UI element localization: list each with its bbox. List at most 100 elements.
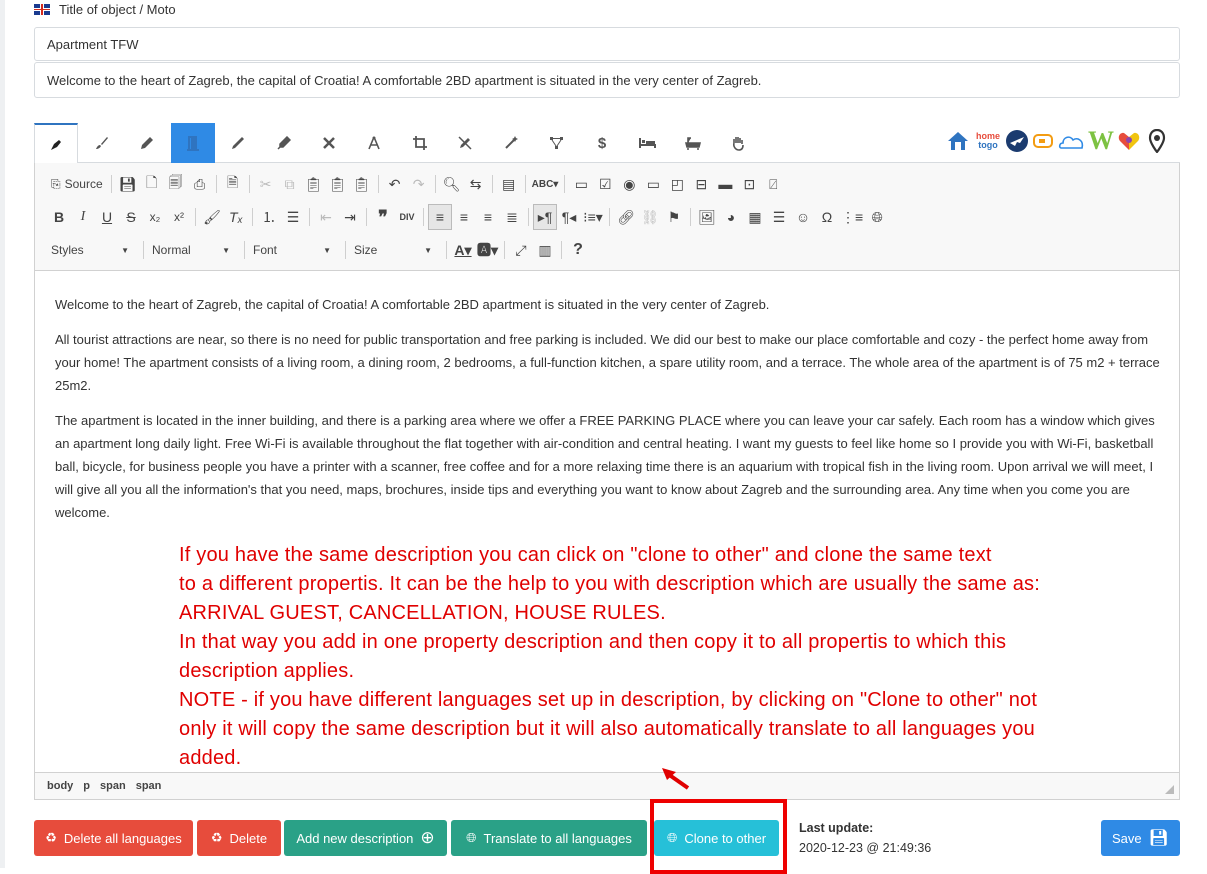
bold-button[interactable]: B bbox=[47, 204, 71, 230]
tab-compass[interactable] bbox=[352, 123, 396, 163]
summary-input[interactable]: Welcome to the heart of Zagreb, the capi… bbox=[34, 62, 1180, 98]
link-button[interactable]: 🔗︎ bbox=[614, 204, 638, 230]
copy-format-button[interactable]: 🖌︎ bbox=[200, 204, 224, 230]
tab-pen-nib[interactable] bbox=[34, 123, 78, 164]
tab-crop[interactable] bbox=[398, 123, 442, 163]
div-button[interactable]: DIV bbox=[395, 204, 419, 230]
save-button[interactable]: Save 💾︎ bbox=[1101, 820, 1180, 856]
tab-hand[interactable] bbox=[716, 123, 760, 163]
strike-button[interactable]: S bbox=[119, 204, 143, 230]
paste-text-button[interactable]: 📋︎ bbox=[326, 171, 350, 197]
templates-button[interactable]: 🗎 bbox=[221, 171, 245, 197]
delete-all-languages-button[interactable]: ♻ Delete all languages bbox=[34, 820, 193, 856]
remove-format-button[interactable]: Tₓ bbox=[224, 204, 248, 230]
path-item[interactable]: span bbox=[136, 780, 162, 792]
language-button[interactable]: ⁝≡▾ bbox=[581, 204, 605, 230]
textarea-button[interactable]: ◰ bbox=[665, 171, 689, 197]
underline-button[interactable]: U bbox=[95, 204, 119, 230]
path-item[interactable]: body bbox=[47, 780, 73, 792]
tab-bed[interactable] bbox=[625, 123, 669, 163]
select-all-button[interactable]: ▤ bbox=[497, 171, 521, 197]
preview-button[interactable]: 🗐 bbox=[164, 171, 188, 197]
format-dropdown[interactable]: Normal ▼ bbox=[148, 238, 234, 262]
add-new-description-button[interactable]: Add new description ⊕ bbox=[284, 820, 447, 856]
cut-button[interactable]: ✂ bbox=[254, 171, 278, 197]
tab-marker[interactable] bbox=[125, 123, 169, 163]
hometogo-logo[interactable]: home togo bbox=[974, 126, 1002, 156]
colorful-logo[interactable] bbox=[1116, 126, 1142, 156]
align-right-button[interactable]: ≡ bbox=[476, 204, 500, 230]
bg-color-button[interactable]: 🅰︎▾ bbox=[475, 237, 500, 263]
anchor-button[interactable]: ⚑ bbox=[662, 204, 686, 230]
save-doc-button[interactable]: 💾︎ bbox=[116, 171, 140, 197]
tab-bath[interactable] bbox=[671, 123, 715, 163]
wix-logo[interactable]: W bbox=[1088, 126, 1114, 156]
tab-brush[interactable] bbox=[80, 123, 124, 163]
italic-button[interactable]: I bbox=[71, 204, 95, 230]
table-button[interactable]: ▦ bbox=[743, 204, 767, 230]
align-left-button[interactable]: ≡ bbox=[428, 204, 452, 230]
homeaway-logo[interactable] bbox=[946, 126, 970, 156]
redo-button[interactable]: ↷ bbox=[407, 171, 431, 197]
path-item[interactable]: p bbox=[83, 780, 90, 792]
button-button[interactable]: ▬ bbox=[713, 171, 737, 197]
about-button[interactable]: ? bbox=[566, 237, 590, 263]
flash-button[interactable]: ◕ bbox=[719, 204, 743, 230]
subscript-button[interactable]: x₂ bbox=[143, 204, 167, 230]
delete-button[interactable]: ♻ Delete bbox=[197, 820, 281, 856]
styles-dropdown[interactable]: Styles ▼ bbox=[47, 238, 133, 262]
tab-vector[interactable] bbox=[534, 123, 578, 163]
hidden-field-button[interactable]: ⍁ bbox=[761, 171, 785, 197]
align-center-button[interactable]: ≡ bbox=[452, 204, 476, 230]
map-pin-logo[interactable] bbox=[1146, 126, 1168, 156]
title-input[interactable]: Apartment TFW bbox=[34, 27, 1180, 61]
paste-word-button[interactable]: 📋︎ bbox=[350, 171, 374, 197]
tab-magic[interactable] bbox=[489, 123, 533, 163]
size-dropdown[interactable]: Size ▼ bbox=[350, 238, 436, 262]
path-item[interactable]: span bbox=[100, 780, 126, 792]
spellcheck-button[interactable]: ABC▾ bbox=[530, 171, 561, 197]
unlink-button[interactable]: ⛓ bbox=[638, 204, 662, 230]
replace-button[interactable]: ⇆ bbox=[464, 171, 488, 197]
airbnb-logo[interactable] bbox=[1058, 126, 1086, 156]
superscript-button[interactable]: x² bbox=[167, 204, 191, 230]
show-blocks-button[interactable]: ▥ bbox=[533, 237, 557, 263]
maximize-button[interactable]: ⤢ bbox=[509, 237, 533, 263]
tab-door[interactable] bbox=[171, 123, 215, 163]
font-dropdown[interactable]: Font ▼ bbox=[249, 238, 335, 262]
tab-pencil[interactable] bbox=[216, 123, 260, 163]
find-button[interactable]: 🔍︎ bbox=[440, 171, 464, 197]
tab-pencil-ruler[interactable] bbox=[307, 123, 351, 163]
image-button[interactable]: 🖼︎ bbox=[695, 204, 719, 230]
translate-all-button[interactable]: 🌐︎ Translate to all languages bbox=[451, 820, 647, 856]
bookingsync-logo[interactable] bbox=[1032, 126, 1054, 156]
numbered-list-button[interactable]: ⒈ bbox=[257, 204, 281, 230]
iframe-button[interactable]: 🌐︎ bbox=[865, 204, 889, 230]
ltr-button[interactable]: ▸¶ bbox=[533, 204, 557, 230]
outdent-button[interactable]: ⇤ bbox=[314, 204, 338, 230]
editor-content[interactable]: Welcome to the heart of Zagreb, the capi… bbox=[55, 293, 1163, 536]
page-break-button[interactable]: ⋮≡ bbox=[839, 204, 865, 230]
smiley-button[interactable]: ☺ bbox=[791, 204, 815, 230]
radio-button[interactable]: ◉ bbox=[617, 171, 641, 197]
new-page-button[interactable]: 🗋 bbox=[140, 171, 164, 197]
select-button[interactable]: ⊟ bbox=[689, 171, 713, 197]
resize-handle[interactable] bbox=[1165, 785, 1174, 794]
blockquote-button[interactable]: ❞ bbox=[371, 204, 395, 230]
special-char-button[interactable]: Ω bbox=[815, 204, 839, 230]
align-justify-button[interactable]: ≣ bbox=[500, 204, 524, 230]
checkbox-button[interactable]: ☑ bbox=[593, 171, 617, 197]
image-button-button[interactable]: ⊡ bbox=[737, 171, 761, 197]
expedia-logo[interactable] bbox=[1004, 126, 1029, 156]
textfield-button[interactable]: ▭ bbox=[641, 171, 665, 197]
rtl-button[interactable]: ¶◂ bbox=[557, 204, 581, 230]
form-button[interactable]: ▭ bbox=[569, 171, 593, 197]
hr-button[interactable]: ☰ bbox=[767, 204, 791, 230]
text-color-button[interactable]: A▾ bbox=[451, 237, 475, 263]
tab-pen-slash[interactable] bbox=[443, 123, 487, 163]
tab-price[interactable]: $ bbox=[580, 123, 624, 163]
source-button[interactable]: ⎘ Source bbox=[47, 171, 107, 197]
bullet-list-button[interactable]: ☰ bbox=[281, 204, 305, 230]
undo-button[interactable]: ↶ bbox=[383, 171, 407, 197]
print-button[interactable]: ⎙ bbox=[188, 171, 212, 197]
